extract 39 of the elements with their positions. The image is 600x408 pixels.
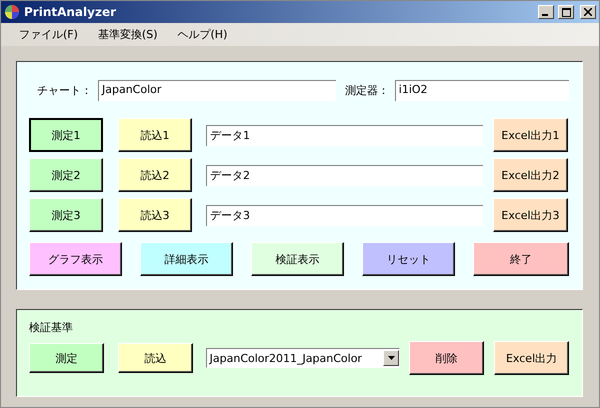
action-button[interactable]: 検証表示 (251, 242, 344, 276)
action-button[interactable]: 詳細表示 (140, 242, 233, 276)
caret-icon (388, 356, 395, 360)
dropdown-button[interactable] (383, 350, 400, 366)
read-button[interactable]: 読込1 (118, 118, 192, 152)
data-field[interactable]: データ2 (206, 164, 483, 186)
maximize-icon (562, 8, 570, 16)
read-button[interactable]: 読込 (118, 343, 193, 373)
device-label: 測定器： (344, 83, 389, 98)
menu-item[interactable]: 基準変換(S) (90, 25, 166, 44)
excel-export-button[interactable]: Excel出力2 (493, 158, 568, 192)
excel-export-button[interactable]: Excel出力1 (493, 118, 568, 152)
measure-button[interactable]: 測定2 (29, 158, 103, 192)
read-button[interactable]: 読込2 (118, 158, 192, 192)
window-title: PrintAnalyzer (24, 5, 118, 19)
close-button[interactable] (580, 5, 596, 19)
action-button[interactable]: 終了 (473, 242, 569, 276)
excel-export-button[interactable]: Excel出力3 (493, 198, 568, 232)
excel-export-button[interactable]: Excel出力 (494, 341, 569, 375)
menu-item[interactable]: ファイル(F) (11, 25, 86, 44)
data-field[interactable]: データ1 (206, 124, 483, 146)
menu-item[interactable]: ヘルプ(H) (170, 25, 236, 44)
device-field[interactable]: i1iO2 (394, 80, 569, 101)
data-field[interactable]: データ3 (206, 204, 483, 226)
action-button[interactable]: グラフ表示 (29, 242, 122, 276)
measure-button[interactable]: 測定1 (29, 118, 103, 152)
chart-field[interactable]: JapanColor (98, 80, 336, 101)
measure-button[interactable]: 測定 (29, 343, 104, 373)
measure-button[interactable]: 測定3 (29, 198, 103, 232)
chart-label: チャート： (37, 83, 92, 98)
minimize-button[interactable] (538, 5, 554, 19)
action-button[interactable]: リセット (362, 242, 455, 276)
delete-button[interactable]: 削除 (409, 341, 484, 375)
read-button[interactable]: 読込3 (118, 198, 192, 232)
app-icon (4, 4, 20, 20)
close-icon (584, 8, 592, 16)
standard-select[interactable]: JapanColor2011_JapanColor (206, 348, 400, 368)
maximize-button[interactable] (558, 5, 574, 19)
standard-title: 検証基準 (29, 320, 74, 335)
